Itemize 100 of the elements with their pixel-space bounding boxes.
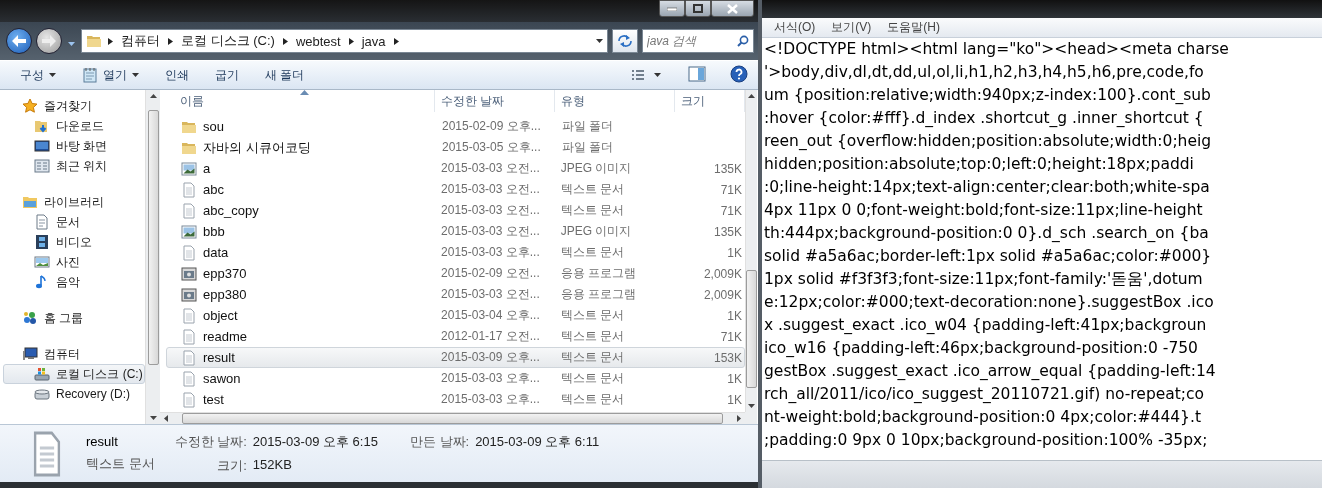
program-icon <box>181 265 197 282</box>
scroll-thumb[interactable] <box>147 110 159 365</box>
maximize-button[interactable] <box>685 0 711 17</box>
toolbar-button[interactable]: 구성 <box>10 62 68 88</box>
code-line: 4px 11px 0 0;font-weight:bold;font-size:11px;line-height <box>764 200 1204 221</box>
file-date: 2015-03-03 오전... <box>440 202 541 219</box>
text-file-icon <box>181 349 197 366</box>
file-size: 1K <box>726 245 743 260</box>
menu-item[interactable]: 도움말(H) <box>887 19 940 36</box>
file-date: 2015-03-04 오후... <box>440 307 541 324</box>
nav-tree-item[interactable]: 비디오 <box>0 232 145 252</box>
nav-tree-item[interactable]: Recovery (D:) <box>0 384 145 404</box>
recent-places-icon <box>34 158 50 174</box>
file-row[interactable]: 자바의 시큐어코딩 2015-03-05 오후... 파일 폴더 <box>166 137 745 158</box>
file-row[interactable]: object 2015-03-04 오후... 텍스트 문서 1K <box>166 305 745 326</box>
file-row[interactable]: a 2015-03-03 오전... JPEG 이미지 135K <box>166 158 745 179</box>
file-date: 2015-03-03 오후... <box>440 244 541 261</box>
scroll-thumb[interactable] <box>182 413 723 424</box>
toolbar-button[interactable]: 새 폴더 <box>253 62 317 88</box>
code-line: rch_all/2011/ico/ico_suggest_20110721.gif) no-repeat;co <box>764 384 1206 405</box>
file-row[interactable]: bbb 2015-03-03 오전... JPEG 이미지 135K <box>166 221 745 242</box>
code-line: :hover {color:#fff}.d_index .shortcut_g .inner_shortcut { <box>764 108 1205 129</box>
nav-tree-item[interactable]: 즐겨찾기 <box>0 96 145 116</box>
file-size: 153K <box>712 350 743 365</box>
file-date: 2015-03-03 오후... <box>440 391 541 408</box>
folder-icon <box>86 33 102 49</box>
toolbar-button[interactable]: 굽기 <box>203 62 251 88</box>
nav-tree-item[interactable]: 로컬 디스크 (C:) <box>3 364 145 384</box>
file-name: bbb <box>203 224 225 239</box>
caret-icon <box>596 39 603 43</box>
file-row[interactable]: epp380 2015-03-03 오전... 응용 프로그램 2,009K <box>166 284 745 305</box>
nav-tree-item[interactable]: 문서 <box>0 212 145 232</box>
file-row[interactable]: data 2015-03-03 오후... 텍스트 문서 1K <box>166 242 745 263</box>
file-row[interactable]: abc_copy 2015-03-03 오전... 텍스트 문서 71K <box>166 200 745 221</box>
scrollbar[interactable] <box>145 90 160 424</box>
refresh-button[interactable] <box>612 29 638 53</box>
column-header[interactable]: 이름 <box>160 90 435 112</box>
forward-button[interactable] <box>36 28 62 54</box>
breadcrumb-item[interactable]: java <box>359 33 388 49</box>
breadcrumb-item[interactable]: 로컬 디스크 (C:) <box>179 32 277 50</box>
detail-file-name: result <box>86 434 119 449</box>
file-size: 71K <box>719 329 743 344</box>
code-line: um {position:relative;width:940px;z-index:100}.cont_sub <box>764 85 1212 106</box>
column-header[interactable]: 유형 <box>555 90 675 112</box>
file-type: 텍스트 문서 <box>559 244 625 261</box>
nav-tree-item[interactable]: 홈 그룹 <box>0 308 145 328</box>
file-row[interactable]: sawon 2015-03-03 오후... 텍스트 문서 1K <box>166 368 745 389</box>
scroll-left-icon <box>164 415 168 422</box>
image-file-icon <box>181 223 197 240</box>
monitor-icon <box>34 138 50 154</box>
search-icon <box>737 35 749 47</box>
breadcrumb-item[interactable]: 컴퓨터 <box>119 32 162 50</box>
breadcrumb-arrow-icon <box>348 37 354 45</box>
breadcrumb-arrow-icon <box>393 37 399 45</box>
column-header[interactable]: 수정한 날짜 <box>435 90 555 112</box>
file-row[interactable]: epp370 2015-02-09 오전... 응용 프로그램 2,009K <box>166 263 745 284</box>
scroll-thumb[interactable] <box>746 270 757 388</box>
toolbar-button[interactable]: 열기 <box>70 62 151 88</box>
text-editor[interactable] <box>762 38 1322 460</box>
code-line: th:444px;background-position:0 0}.d_sch .search_on {ba <box>764 223 1210 244</box>
file-row[interactable]: sou 2015-02-09 오후... 파일 폴더 <box>166 116 745 137</box>
menu-item[interactable]: 서식(O) <box>774 19 816 36</box>
close-button[interactable] <box>711 0 754 17</box>
code-line: reen_out {overflow:hidden;position:absolute;width:0;heig <box>764 131 1213 152</box>
file-name: data <box>203 245 229 260</box>
nav-tree-item[interactable]: 바탕 화면 <box>0 136 145 156</box>
file-date: 2015-03-03 오전... <box>440 181 541 198</box>
file-name: test <box>203 392 224 407</box>
minimize-button[interactable] <box>659 0 685 17</box>
scrollbar[interactable] <box>745 90 757 412</box>
star-icon <box>22 98 38 114</box>
nav-tree-item[interactable]: 사진 <box>0 252 145 272</box>
file-date: 2015-03-03 오전... <box>440 286 541 303</box>
nav-tree-item[interactable]: 다운로드 <box>0 116 145 136</box>
back-button[interactable] <box>6 28 32 54</box>
file-type: JPEG 이미지 <box>559 160 633 177</box>
file-row[interactable]: result 2015-03-09 오후... 텍스트 문서 153K <box>166 347 745 368</box>
nav-tree-item[interactable]: 최근 위치 <box>0 156 145 176</box>
computer-icon <box>22 346 38 362</box>
drive-icon <box>34 366 50 382</box>
detail-label: 수정한 날짜: <box>174 432 247 451</box>
file-row[interactable]: test 2015-03-03 오후... 텍스트 문서 1K <box>166 389 745 410</box>
file-row[interactable]: abc 2015-03-03 오전... 텍스트 문서 71K <box>166 179 745 200</box>
nav-tree-item[interactable]: 컴퓨터 <box>0 344 145 364</box>
text-file-icon <box>181 244 197 261</box>
library-folder-icon <box>22 194 38 210</box>
file-date: 2015-03-03 오전... <box>440 160 541 177</box>
breadcrumb-item[interactable]: webtest <box>293 33 343 49</box>
file-size: 2,009K <box>702 287 743 302</box>
code-line: <!DOCTYPE html><html lang="ko"><head><meta charse <box>764 39 1230 60</box>
file-date: 2015-02-09 오후... <box>441 118 542 135</box>
file-row[interactable]: readme 2012-01-17 오전... 텍스트 문서 71K <box>166 326 745 347</box>
list-view-icon <box>632 69 664 80</box>
nav-tree-item[interactable]: 라이브러리 <box>0 192 145 212</box>
file-name: abc <box>203 182 224 197</box>
nav-tree-item[interactable]: 음악 <box>0 272 145 292</box>
address-bar[interactable]: 컴퓨터 로컬 디스크 (C:) webtest java <box>81 29 608 53</box>
file-type: 텍스트 문서 <box>559 328 625 345</box>
menu-item[interactable]: 보기(V) <box>831 19 872 36</box>
toolbar-button[interactable]: 인쇄 <box>153 62 201 88</box>
